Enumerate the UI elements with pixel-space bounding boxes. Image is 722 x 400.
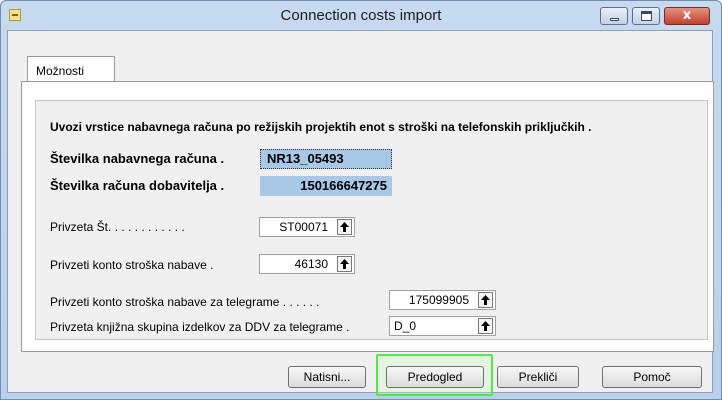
cost-account-telegram-input[interactable]: 175099905 [389, 290, 496, 310]
close-icon: x [682, 8, 692, 23]
cost-account-telegram-value: 175099905 [408, 293, 469, 307]
arrow-up-icon[interactable] [478, 292, 493, 308]
arrow-up-icon[interactable] [337, 256, 352, 272]
cancel-button[interactable]: Prekliči [497, 366, 579, 388]
cost-account-label: Privzeti konto stroška nabave . [50, 258, 214, 272]
cost-account-input[interactable]: 46130 [259, 254, 355, 274]
minimize-icon [610, 18, 619, 21]
maximize-button[interactable] [632, 7, 660, 25]
minimize-button[interactable] [600, 7, 628, 25]
arrow-up-icon[interactable] [337, 219, 352, 235]
print-button[interactable]: Natisni... [288, 366, 366, 388]
tab-moznosti[interactable]: Možnosti [27, 56, 115, 82]
maximize-icon [641, 11, 652, 21]
title-bar[interactable]: Connection costs import x [1, 1, 721, 31]
vendor-invoice-no-label: Številka računa dobavitelja . [50, 178, 225, 193]
default-no-value: ST00071 [279, 220, 328, 234]
cost-account-telegram-label: Privzeti konto stroška nabave za telegra… [50, 295, 320, 309]
vendor-invoice-no-field[interactable]: 150166647275 [260, 176, 392, 196]
cost-account-value: 46130 [294, 257, 328, 271]
preview-button[interactable]: Predogled [386, 366, 484, 388]
vat-group-telegram-input[interactable]: D_0 [389, 316, 496, 336]
invoice-no-label: Številka nabavnega računa . [50, 151, 225, 166]
invoice-no-field[interactable]: NR13_05493 [260, 149, 392, 169]
help-button[interactable]: Pomoč [602, 366, 702, 388]
form-heading: Uvozi vrstice nabavnega računa po režijs… [50, 120, 592, 134]
close-button[interactable]: x [664, 7, 710, 25]
default-no-label: Privzeta Št. . . . . . . . . . . . [50, 220, 185, 234]
vat-group-telegram-label: Privzeta knjižna skupina izdelkov za DDV… [50, 320, 350, 334]
default-no-input[interactable]: ST00071 [259, 217, 355, 237]
vat-group-telegram-value: D_0 [394, 319, 417, 333]
arrow-up-icon[interactable] [478, 318, 493, 334]
